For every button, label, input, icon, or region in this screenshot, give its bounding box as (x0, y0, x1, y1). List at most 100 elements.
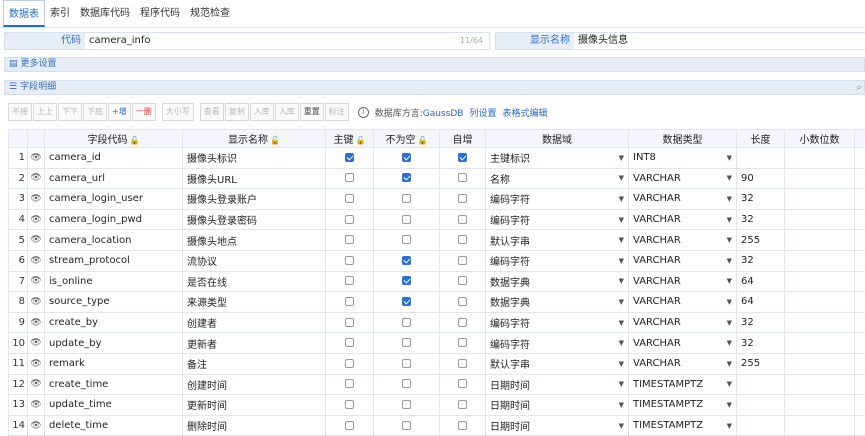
auto-increment-checkbox[interactable] (458, 173, 467, 183)
length-cell[interactable]: 90 (736, 167, 785, 190)
data-domain-select[interactable]: 编码字符 ▼ (485, 208, 629, 231)
table-row[interactable]: 10 👁 update_by 更新者 编码字符 ▼ VARCHAR ▼ 32 (8, 332, 865, 354)
search-icon[interactable]: ⌕ (856, 81, 862, 94)
chevron-down-icon[interactable]: ▼ (619, 422, 624, 430)
data-domain-select[interactable]: 默认字串 ▼ (485, 352, 629, 375)
data-domain-select[interactable]: 名称 ▼ (485, 167, 629, 190)
code-input[interactable]: camera_info (85, 33, 489, 49)
eye-icon[interactable]: 👁 (27, 147, 45, 169)
eye-icon[interactable]: 👁 (27, 229, 45, 251)
move-down-button[interactable]: 下下 (58, 103, 82, 121)
display-name-cell[interactable]: 流协议 (182, 249, 326, 272)
display-name-cell[interactable]: 摄像头标识 (182, 147, 326, 169)
data-domain-select[interactable]: 主键标识 ▼ (485, 147, 629, 169)
not-null-checkbox[interactable] (402, 358, 411, 368)
field-code-cell[interactable]: is_online (44, 270, 183, 293)
chevron-down-icon[interactable]: ▼ (619, 257, 624, 265)
tab-spec-check[interactable]: 规范检查 (185, 0, 235, 27)
field-code-cell[interactable]: delete_time (44, 414, 183, 436)
column-settings-link[interactable]: 列设置 (469, 106, 496, 119)
lock-icon[interactable]: 🔓 (270, 136, 280, 145)
chevron-down-icon[interactable]: ▼ (727, 216, 732, 224)
not-null-checkbox[interactable] (402, 255, 411, 265)
primary-key-checkbox[interactable] (345, 235, 354, 245)
auto-increment-checkbox[interactable] (458, 317, 467, 327)
chevron-down-icon[interactable]: ▼ (727, 319, 732, 327)
not-null-checkbox[interactable] (402, 317, 411, 327)
length-cell[interactable] (736, 373, 785, 396)
decimals-cell[interactable] (784, 229, 855, 251)
reset-button[interactable]: 重置 (299, 103, 324, 121)
move-bottom-button[interactable]: 下底 (83, 103, 107, 121)
field-code-cell[interactable]: remark (44, 352, 183, 375)
decimals-cell[interactable] (784, 249, 855, 272)
data-domain-select[interactable]: 编码字符 ▼ (485, 249, 629, 272)
not-null-checkbox[interactable] (402, 193, 411, 203)
decimals-cell[interactable] (784, 167, 855, 190)
field-code-cell[interactable]: camera_login_user (44, 188, 183, 210)
header-field-code[interactable]: 字段代码 🔓 (44, 129, 183, 148)
table-format-edit-link[interactable]: 表格式编辑 (502, 106, 547, 119)
display-name-cell[interactable]: 删除时间 (182, 414, 326, 436)
primary-key-checkbox[interactable] (345, 276, 354, 286)
chevron-down-icon[interactable]: ▼ (619, 298, 624, 306)
data-type-select[interactable]: VARCHAR ▼ (628, 249, 737, 272)
table-row[interactable]: 11 👁 remark 备注 默认字串 ▼ VARCHAR ▼ 255 (8, 352, 865, 375)
field-code-cell[interactable]: stream_protocol (44, 249, 183, 272)
eye-icon[interactable]: 👁 (27, 332, 45, 354)
data-domain-select[interactable]: 编码字符 ▼ (485, 332, 629, 354)
display-name-cell[interactable]: 是否在线 (182, 270, 326, 293)
lock-icon[interactable]: 🔓 (130, 136, 140, 145)
display-name-cell[interactable]: 来源类型 (182, 291, 326, 313)
not-null-checkbox[interactable] (402, 420, 411, 430)
move-top-button[interactable]: 不接 (8, 103, 32, 121)
data-type-select[interactable]: VARCHAR ▼ (628, 270, 737, 293)
decimals-cell[interactable] (784, 188, 855, 210)
chevron-down-icon[interactable]: ▼ (727, 195, 732, 203)
data-domain-select[interactable]: 数据字典 ▼ (485, 270, 629, 293)
table-row[interactable]: 13 👁 update_time 更新时间 日期时间 ▼ TIMESTAMPTZ ▼ (8, 394, 865, 416)
primary-key-checkbox[interactable] (345, 317, 354, 327)
primary-key-checkbox[interactable] (345, 255, 354, 265)
db-dialect-link[interactable]: GaussDB (423, 109, 464, 119)
auto-increment-checkbox[interactable] (458, 152, 467, 162)
data-type-select[interactable]: VARCHAR ▼ (628, 291, 737, 313)
auto-increment-checkbox[interactable] (458, 193, 467, 203)
field-code-cell[interactable]: update_by (44, 332, 183, 354)
chevron-down-icon[interactable]: ▼ (619, 154, 624, 162)
chevron-down-icon[interactable]: ▼ (727, 257, 732, 265)
chevron-down-icon[interactable]: ▼ (619, 360, 624, 368)
not-null-checkbox[interactable] (402, 235, 411, 245)
chevron-down-icon[interactable]: ▼ (727, 360, 732, 368)
auto-increment-checkbox[interactable] (458, 338, 467, 348)
header-decimals[interactable]: 小数位数 (784, 129, 855, 148)
data-domain-select[interactable]: 编码字符 ▼ (485, 311, 629, 334)
header-primary-key[interactable]: 主键 🔓 (325, 129, 374, 148)
eye-icon[interactable]: 👁 (27, 208, 45, 231)
field-code-cell[interactable]: camera_id (44, 147, 183, 169)
chevron-down-icon[interactable]: ▼ (619, 380, 624, 388)
not-null-checkbox[interactable] (402, 399, 411, 409)
length-cell[interactable]: 255 (736, 352, 785, 375)
tab-db-code[interactable]: 数据库代码 (75, 0, 135, 27)
data-type-select[interactable]: TIMESTAMPTZ ▼ (628, 373, 737, 396)
decimals-cell[interactable] (784, 147, 855, 169)
auto-increment-checkbox[interactable] (458, 235, 467, 245)
display-name-cell[interactable]: 创建者 (182, 311, 326, 334)
lock-icon[interactable]: 🔓 (418, 136, 428, 145)
data-domain-select[interactable]: 日期时间 ▼ (485, 394, 629, 416)
field-code-cell[interactable]: create_time (44, 373, 183, 396)
data-type-select[interactable]: INT8 ▼ (628, 147, 737, 169)
annotate-button[interactable]: 标注 (324, 103, 349, 121)
chevron-down-icon[interactable]: ▼ (619, 216, 624, 224)
length-cell[interactable]: 32 (736, 208, 785, 231)
table-row[interactable]: 14 👁 delete_time 删除时间 日期时间 ▼ TIMESTAMPTZ ▼ (8, 414, 865, 436)
table-row[interactable]: 6 👁 stream_protocol 流协议 编码字符 ▼ VARCHAR ▼ 32 (8, 249, 865, 272)
length-cell[interactable]: 32 (736, 249, 785, 272)
data-type-select[interactable]: VARCHAR ▼ (628, 332, 737, 354)
eye-icon[interactable]: 👁 (27, 167, 45, 190)
data-type-select[interactable]: VARCHAR ▼ (628, 188, 737, 210)
not-null-checkbox[interactable] (402, 173, 411, 183)
primary-key-checkbox[interactable] (345, 173, 354, 183)
chevron-down-icon[interactable]: ▼ (619, 236, 624, 244)
